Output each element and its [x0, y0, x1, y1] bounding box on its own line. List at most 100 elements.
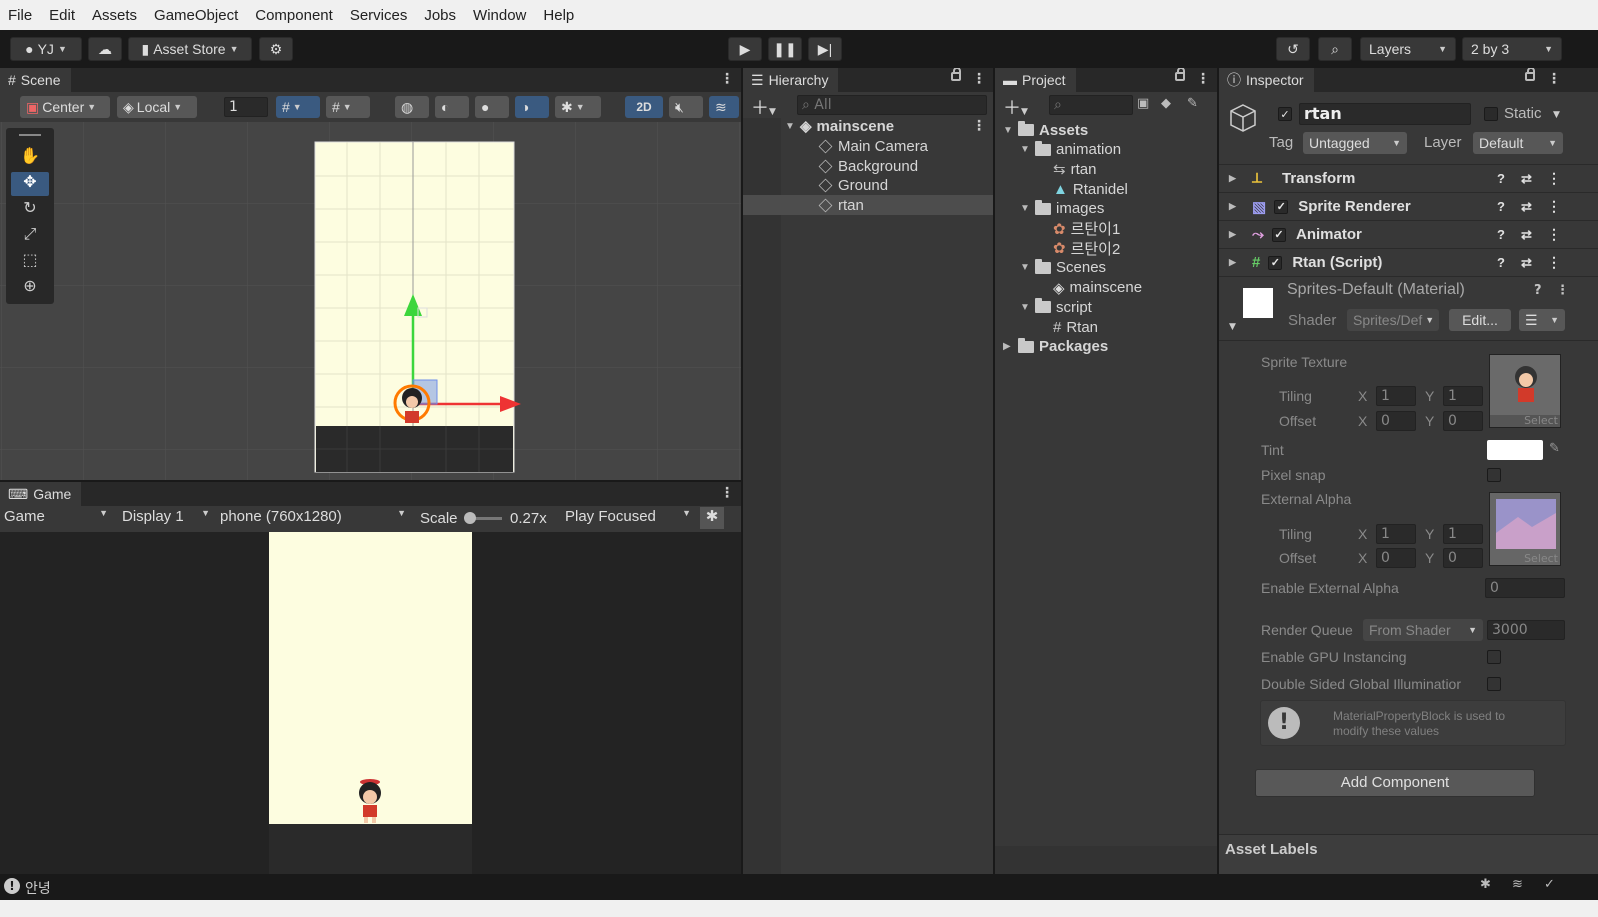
expand-arrow-icon[interactable]: ▶ [1003, 341, 1013, 352]
project-item[interactable]: ▶ Packages [1003, 337, 1108, 357]
more-icon[interactable]: ⋮ [1196, 71, 1210, 87]
resolution-dropdown[interactable]: phone (760x1280) ▼ [220, 508, 406, 530]
project-item[interactable]: # Rtan [1037, 317, 1098, 337]
menu-component[interactable]: Component [255, 7, 333, 24]
help-icon[interactable]: ? [1497, 171, 1505, 186]
debug-icon[interactable]: ✱ [1480, 877, 1491, 892]
more-icon[interactable]: ⋮ [972, 71, 986, 87]
tab-project[interactable]: ▬ Project [995, 68, 1076, 92]
static-checkbox[interactable] [1484, 107, 1498, 121]
component-enabled-checkbox[interactable]: ✓ [1274, 199, 1289, 214]
component-rtan-script[interactable]: ▶ # ✓ Rtan (Script) ? ⇄ ⋮ [1219, 248, 1598, 276]
search-filter-icon[interactable]: ▣ [1137, 96, 1149, 111]
pivot-rotation-dropdown[interactable]: ◈ Local ▼ [117, 96, 197, 118]
expand-arrow-icon[interactable]: ▼ [1020, 302, 1030, 313]
menu-file[interactable]: File [8, 7, 32, 24]
render-queue-input[interactable]: 3000 [1487, 620, 1565, 640]
expand-arrow-icon[interactable]: ▶ [1229, 201, 1239, 212]
tab-inspector[interactable]: ⓘ Inspector [1219, 68, 1314, 92]
stats-bug-icon[interactable]: ✱ [700, 507, 724, 529]
project-item[interactable]: ▼ Scenes [1020, 258, 1106, 278]
hierarchy-item-selected[interactable]: rtan [818, 195, 864, 215]
drag-handle[interactable] [19, 134, 41, 136]
double-sided-checkbox[interactable] [1487, 677, 1501, 691]
play-mode-dropdown[interactable]: Play Focused ▼ [565, 508, 691, 530]
hierarchy-item[interactable]: Main Camera [818, 136, 928, 156]
more-icon[interactable]: ⋮ [1547, 198, 1561, 215]
game-view-dropdown[interactable]: Game ▼ [4, 508, 108, 530]
project-item[interactable]: ▲ Rtanidel [1037, 179, 1128, 199]
effects-toggle[interactable]: ≋ [709, 96, 739, 118]
preset-icon[interactable]: ⇄ [1521, 199, 1532, 215]
lock-icon[interactable] [951, 68, 961, 81]
help-icon[interactable]: ? [1534, 283, 1542, 298]
lit-button[interactable]: ● [475, 96, 509, 118]
lock-icon[interactable] [1175, 68, 1185, 81]
menu-help[interactable]: Help [543, 7, 574, 24]
search-button[interactable]: ⌕ [1318, 37, 1352, 61]
menu-window[interactable]: Window [473, 7, 526, 24]
project-item[interactable]: ⇆ rtan [1037, 159, 1096, 179]
more-icon[interactable]: ⋮ [1547, 170, 1561, 187]
more-icon[interactable]: ⋮ [1547, 71, 1561, 87]
project-item[interactable]: ▼ Assets [1003, 120, 1088, 140]
tab-hierarchy[interactable]: ☰ Hierarchy [743, 68, 839, 92]
tint-color-swatch[interactable] [1487, 440, 1543, 460]
undo-history-button[interactable]: ↺ [1276, 37, 1310, 61]
tab-game[interactable]: ⌨ Game [0, 482, 82, 506]
scene-viewport[interactable]: ✋ ✥ ↻ ⤢ ⬚ ⊕ [0, 122, 741, 480]
label-filter-icon[interactable]: ✎ [1187, 96, 1198, 111]
pause-button[interactable]: ❚❚ [768, 37, 802, 61]
enable-external-alpha-input[interactable]: 0 [1485, 578, 1565, 598]
grid-size-input[interactable]: 1 [224, 97, 268, 117]
menu-services[interactable]: Services [350, 7, 408, 24]
project-item[interactable]: ▼ script [1020, 297, 1092, 317]
expand-arrow-icon[interactable]: ▼ [1020, 203, 1030, 214]
more-icon[interactable]: ⋮ [720, 71, 734, 87]
more-icon[interactable]: ⋮ [720, 485, 734, 501]
lighting-toggle[interactable]: ◑ [515, 96, 549, 118]
edit-shader-button[interactable]: Edit... [1449, 309, 1511, 331]
scale-tool-icon[interactable]: ⤢ [11, 224, 49, 248]
expand-arrow-icon[interactable]: ▼ [1229, 322, 1236, 332]
scene-more-icon[interactable]: ⋮ [972, 118, 986, 134]
game-viewport[interactable] [0, 532, 741, 874]
project-item[interactable]: ◈ mainscene [1037, 278, 1142, 298]
draw-mode-button[interactable]: ◍ [395, 96, 429, 118]
transform-tool-icon[interactable]: ⊕ [11, 276, 49, 300]
add-component-button[interactable]: Add Component [1255, 769, 1535, 797]
component-animator[interactable]: ▶ ⤳ ✓ Animator ? ⇄ ⋮ [1219, 220, 1598, 248]
step-button[interactable]: ▶| [808, 37, 842, 61]
layers-dropdown[interactable]: Layers ▼ [1360, 37, 1456, 61]
expand-arrow-icon[interactable]: ▶ [1229, 257, 1239, 268]
chevron-down-icon[interactable]: ▼ [1553, 110, 1560, 120]
expand-arrow-icon[interactable]: ▼ [785, 121, 795, 132]
play-button[interactable]: ▶ [728, 37, 762, 61]
tiling-y-input[interactable]: 1 [1443, 386, 1483, 406]
grid-toggle[interactable]: # ▼ [276, 96, 320, 118]
pivot-mode-dropdown[interactable]: ▣ Center ▼ [20, 96, 110, 118]
move-tool-icon[interactable]: ✥ [11, 172, 49, 196]
shaded-button[interactable]: ◐ [435, 96, 469, 118]
active-checkbox[interactable]: ✓ [1278, 107, 1292, 121]
account-button[interactable]: ● YJ ▼ [10, 37, 82, 61]
type-filter-icon[interactable]: ◆ [1161, 96, 1171, 111]
preset-icon[interactable]: ⇄ [1521, 171, 1532, 187]
gizmos-debug-button[interactable]: ✱ ▼ [555, 96, 601, 118]
offset-y-input[interactable]: 0 [1443, 411, 1483, 431]
add-icon[interactable]: ＋▼ [1003, 94, 1028, 120]
tab-scene[interactable]: # Scene [0, 68, 71, 92]
expand-arrow-icon[interactable]: ▶ [1229, 173, 1239, 184]
more-icon[interactable]: ⋮ [1547, 254, 1561, 271]
package-settings-button[interactable]: ⚙ [259, 37, 293, 61]
select-label[interactable]: Select [1524, 552, 1558, 565]
help-icon[interactable]: ? [1497, 199, 1505, 214]
slider-thumb[interactable] [464, 512, 476, 524]
render-queue-dropdown[interactable]: From Shader ▼ [1363, 619, 1483, 641]
snap-toggle[interactable]: # ▼ [326, 96, 370, 118]
rect-tool-icon[interactable]: ⬚ [11, 250, 49, 274]
project-item[interactable]: ▼ images [1020, 199, 1104, 219]
more-icon[interactable]: ⋮ [1547, 226, 1561, 243]
lock-icon[interactable] [1525, 68, 1535, 81]
preset-icon[interactable]: ⇄ [1521, 227, 1532, 243]
